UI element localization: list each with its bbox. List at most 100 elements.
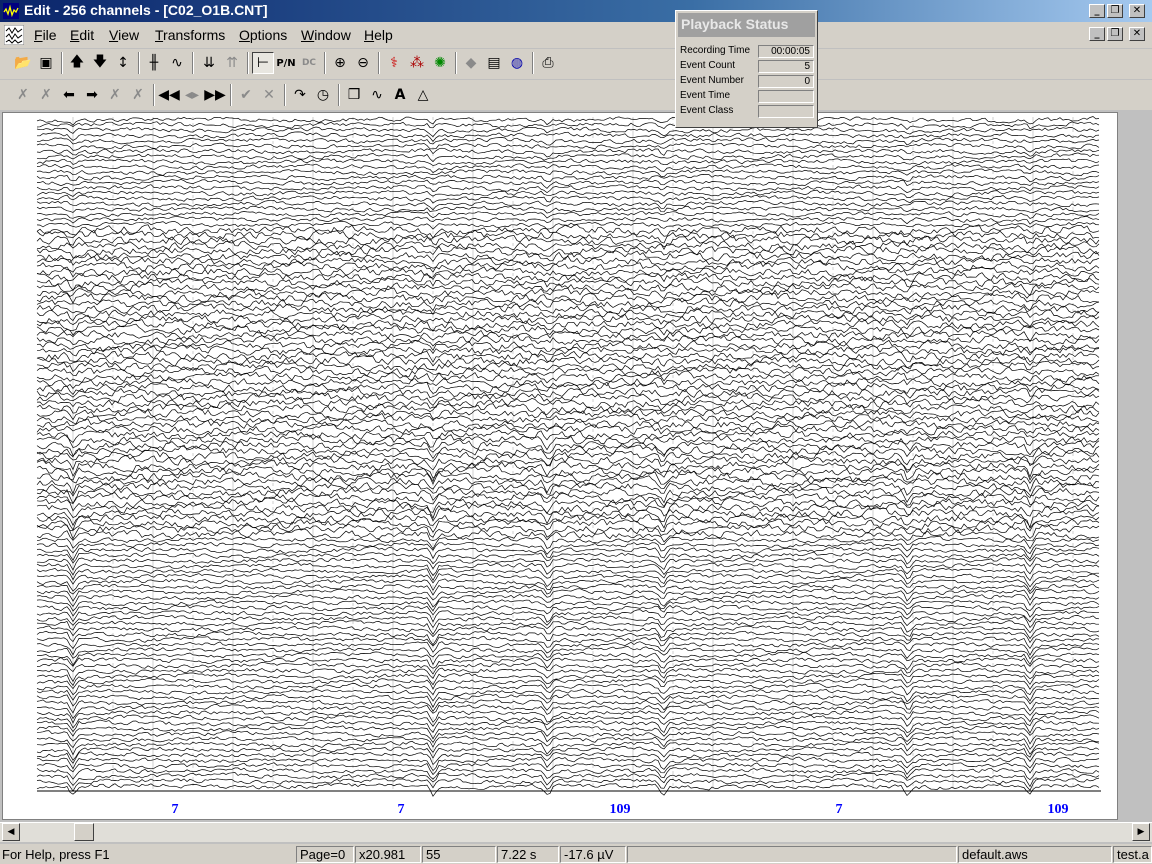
eeg-trace [36, 746, 1100, 761]
eeg-trace [36, 475, 1100, 495]
eeg-trace [36, 215, 1100, 225]
event-marker-label[interactable]: 7 [398, 802, 405, 817]
event-marker-label[interactable]: 109 [1048, 802, 1069, 817]
baseline-icon[interactable]: ⊢ [252, 52, 274, 74]
eeg-trace [36, 210, 1100, 219]
menu-transforms[interactable]: Transforms [155, 27, 225, 43]
title-bar: Edit - 256 channels - [C02_O1B.CNT] _ ❐ … [0, 0, 1152, 22]
app-icon[interactable] [3, 3, 19, 19]
playback-status-window[interactable]: Playback Status Recording Time 00:00:05 … [675, 10, 818, 128]
mark-range-icon[interactable]: ✗ [127, 84, 149, 106]
open-icon[interactable]: 📂 [12, 52, 34, 74]
mark-all-icon[interactable]: ✗ [35, 84, 57, 106]
event-number-label: Event Number [680, 75, 744, 86]
eeg-trace [36, 142, 1100, 153]
eeg-trace [36, 641, 1100, 656]
map-icon[interactable]: ⚕ [383, 52, 405, 74]
triangle-icon[interactable]: △ [412, 84, 434, 106]
document-icon[interactable] [4, 25, 24, 45]
menu-window[interactable]: Window [301, 27, 351, 43]
horizontal-scrollbar[interactable]: ◀ ▶ [0, 822, 1152, 842]
color-map-icon[interactable]: ✺ [429, 52, 451, 74]
menu-file[interactable]: File [34, 27, 57, 43]
eeg-trace [36, 719, 1100, 734]
print-icon[interactable]: ⎙ [537, 52, 559, 74]
accept-icon[interactable]: ✔ [235, 84, 257, 106]
menu-edit[interactable]: Edit [70, 27, 94, 43]
eeg-trace [36, 189, 1100, 198]
arrow-right-icon[interactable]: ➡ [81, 84, 103, 106]
event-marker-label[interactable]: 7 [836, 802, 843, 817]
cube-icon[interactable]: ◆ [460, 52, 482, 74]
notes-icon[interactable]: ▤ [483, 52, 505, 74]
globe-icon[interactable]: ◍ [506, 52, 528, 74]
eeg-trace [36, 174, 1100, 183]
close-button[interactable]: ✕ [1129, 4, 1145, 18]
wave-icon[interactable]: ∿ [166, 52, 188, 74]
fast-forward-icon[interactable]: ▶▶ [204, 84, 226, 106]
dots-map-icon[interactable]: ⁂ [406, 52, 428, 74]
event-time-label: Event Time [680, 90, 731, 101]
child-restore-button[interactable]: ❐ [1107, 27, 1123, 41]
text-icon[interactable]: A [389, 84, 411, 106]
delete-mark-icon[interactable]: ✗ [104, 84, 126, 106]
rewind-icon[interactable]: ◀◀ [158, 84, 180, 106]
spike-icon[interactable]: ╫ [143, 52, 165, 74]
arrow-left-icon[interactable]: ⬅ [58, 84, 80, 106]
child-close-button[interactable]: ✕ [1129, 27, 1145, 41]
playback-title[interactable]: Playback Status [678, 13, 815, 37]
eeg-trace [36, 630, 1100, 646]
eeg-trace [36, 578, 1100, 592]
step-icon[interactable]: ◂▸ [181, 84, 203, 106]
redo-icon[interactable]: ↷ [289, 84, 311, 106]
dc-icon[interactable]: DC [298, 52, 320, 74]
eeg-trace [36, 724, 1100, 740]
zoom-out-icon[interactable]: ⊖ [352, 52, 374, 74]
arrow-down-icon[interactable]: 🡇 [89, 52, 111, 74]
eeg-trace [36, 439, 1100, 457]
eeg-trace [36, 699, 1100, 714]
menu-help[interactable]: Help [364, 27, 393, 43]
mark-icon[interactable]: ✗ [12, 84, 34, 106]
eeg-trace [36, 651, 1100, 666]
scroll-left-button[interactable]: ◀ [2, 823, 20, 841]
event-marker-label[interactable]: 109 [610, 802, 631, 817]
arrow-updown-icon[interactable]: ↕ [112, 52, 134, 74]
amplitude-indicator: -17.6 µV [560, 846, 626, 863]
event-number-value: 0 [758, 75, 814, 88]
scroll-right-button[interactable]: ▶ [1132, 823, 1150, 841]
eeg-trace [36, 502, 1100, 520]
list-up-icon[interactable]: ⇈ [221, 52, 243, 74]
pn-icon[interactable]: P/N [275, 52, 297, 74]
eeg-trace [36, 334, 1100, 347]
child-minimize-button[interactable]: _ [1089, 27, 1105, 41]
channel-indicator: 55 [422, 846, 496, 863]
minimize-button[interactable]: _ [1089, 4, 1105, 18]
event-count-label: Event Count [680, 60, 736, 71]
box-icon[interactable]: ❒ [343, 84, 365, 106]
arrow-up-icon[interactable]: 🡅 [66, 52, 88, 74]
scroll-thumb[interactable] [74, 823, 94, 841]
eeg-display[interactable]: 7 7 109 7 109 [2, 112, 1118, 820]
eeg-trace [36, 152, 1100, 163]
eeg-trace [36, 434, 1100, 451]
menu-options[interactable]: Options [239, 27, 287, 43]
eeg-trace [36, 158, 1100, 166]
save-icon[interactable]: ▣ [35, 52, 57, 74]
zoom-in-icon[interactable]: ⊕ [329, 52, 351, 74]
eeg-trace [36, 740, 1100, 756]
restore-button[interactable]: ❐ [1107, 4, 1123, 18]
eeg-trace [36, 636, 1100, 650]
eeg-trace [36, 319, 1100, 332]
clock-icon[interactable]: ◷ [312, 84, 334, 106]
menu-view[interactable]: View [109, 27, 139, 43]
wave-edit-icon[interactable]: ∿ [366, 84, 388, 106]
menu-bar: File Edit View Transforms Options Window… [0, 22, 1152, 48]
event-marker-label[interactable]: 7 [172, 802, 179, 817]
eeg-trace [36, 387, 1100, 399]
reject-icon[interactable]: ✕ [258, 84, 280, 106]
eeg-traces[interactable]: 7 7 109 7 109 [3, 113, 1117, 819]
list-down-icon[interactable]: ⇊ [198, 52, 220, 74]
eeg-trace [36, 116, 1100, 126]
eeg-trace [36, 313, 1100, 328]
